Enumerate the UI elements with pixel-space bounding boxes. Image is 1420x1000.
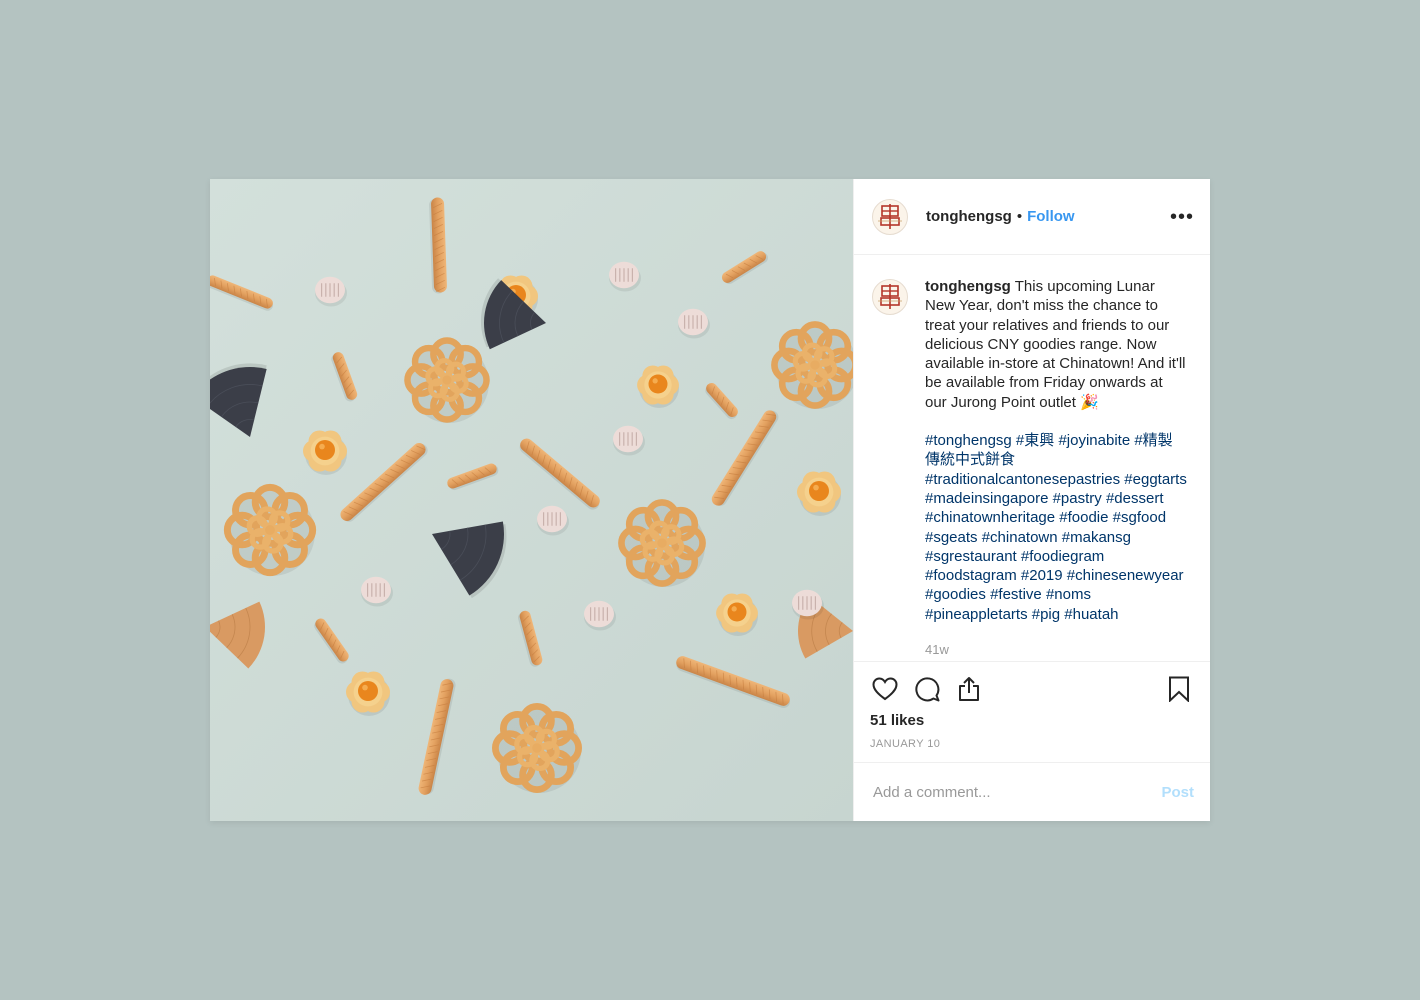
- hashtag-link[interactable]: #pineappletarts: [925, 606, 1028, 623]
- cny-goodies-flatlay-image: [210, 179, 853, 821]
- hashtag-link[interactable]: #eggtarts: [1124, 471, 1187, 488]
- hashtag-link[interactable]: #joyinabite: [1058, 432, 1130, 449]
- hashtag-link[interactable]: #chinatownheritage: [925, 509, 1055, 526]
- share-icon[interactable]: [954, 674, 984, 704]
- hashtag-link[interactable]: #makansg: [1062, 529, 1131, 546]
- post-date[interactable]: JANUARY 10: [870, 738, 1194, 750]
- hashtag-link[interactable]: #pastry: [1053, 490, 1102, 507]
- comment-icon[interactable]: [912, 674, 942, 704]
- hashtag-link[interactable]: #huatah: [1064, 606, 1118, 623]
- comment-age[interactable]: 41w: [925, 642, 1187, 657]
- post-header: tonghengsg • Follow •••: [854, 179, 1210, 255]
- hashtag-link[interactable]: #pig: [1032, 606, 1060, 623]
- hashtag-link[interactable]: #chinesenewyear: [1067, 567, 1184, 584]
- hashtags-list: #tonghengsg #東興 #joyinabite #精製傳統中式餅食 #t…: [925, 431, 1187, 624]
- hashtag-link[interactable]: #foodstagram: [925, 567, 1017, 584]
- tongheng-logo-icon: [878, 203, 902, 229]
- kuih-rose-cookie: [404, 337, 490, 423]
- more-options-icon[interactable]: •••: [1170, 207, 1194, 227]
- hashtag-link[interactable]: #madeinsingapore: [925, 490, 1048, 507]
- follow-button[interactable]: Follow: [1027, 208, 1075, 225]
- caption-block: tonghengsg This upcoming Lunar New Year,…: [925, 277, 1187, 661]
- header-separator: •: [1016, 208, 1023, 225]
- hashtag-link[interactable]: #sgeats: [925, 529, 978, 546]
- kuih-rose-cookie: [618, 499, 706, 587]
- post-actions: 51 likes JANUARY 10: [854, 661, 1210, 762]
- caption-text: This upcoming Lunar New Year, don't miss…: [925, 278, 1186, 411]
- action-icons: [870, 674, 1194, 704]
- hashtag-link[interactable]: #2019: [1021, 567, 1063, 584]
- post-photo: [210, 179, 853, 821]
- heart-icon[interactable]: [870, 674, 900, 704]
- hashtag-link[interactable]: #foodie: [1059, 509, 1108, 526]
- hashtag-link[interactable]: #sgrestaurant: [925, 548, 1017, 565]
- post-comment-button[interactable]: Post: [1161, 784, 1194, 801]
- add-comment-bar: Post: [854, 762, 1210, 821]
- kuih-rose-cookie: [223, 483, 317, 577]
- hashtag-link[interactable]: #東興: [1016, 432, 1054, 449]
- tongheng-logo-icon: [878, 284, 902, 309]
- header-username[interactable]: tonghengsg: [926, 208, 1012, 225]
- profile-avatar[interactable]: [872, 198, 908, 235]
- kuih-rose-cookie: [771, 321, 853, 409]
- hashtag-link[interactable]: #festive: [990, 586, 1042, 603]
- instagram-post-modal: tonghengsg • Follow ••• tonghengsg This …: [210, 179, 1210, 821]
- hashtag-link[interactable]: #sgfood: [1113, 509, 1166, 526]
- hashtag-link[interactable]: #tonghengsg: [925, 432, 1012, 449]
- caption-username[interactable]: tonghengsg: [925, 278, 1011, 295]
- hashtag-link[interactable]: #foodiegram: [1021, 548, 1104, 565]
- hashtag-link[interactable]: #goodies: [925, 586, 986, 603]
- post-sidebar: tonghengsg • Follow ••• tonghengsg This …: [853, 179, 1210, 821]
- kuih-rose-cookie: [492, 703, 583, 794]
- comment-input[interactable]: [871, 782, 1162, 802]
- hashtag-link[interactable]: #noms: [1046, 586, 1091, 603]
- caption-avatar[interactable]: [872, 279, 908, 315]
- likes-count[interactable]: 51 likes: [870, 712, 1194, 729]
- caption: tonghengsg This upcoming Lunar New Year,…: [925, 277, 1187, 412]
- hashtag-link[interactable]: #chinatown: [982, 529, 1058, 546]
- hashtag-link[interactable]: #traditionalcantonesepastries: [925, 471, 1120, 488]
- bookmark-icon[interactable]: [1164, 674, 1194, 704]
- comments-area[interactable]: tonghengsg This upcoming Lunar New Year,…: [854, 255, 1210, 661]
- hashtag-link[interactable]: #dessert: [1106, 490, 1164, 507]
